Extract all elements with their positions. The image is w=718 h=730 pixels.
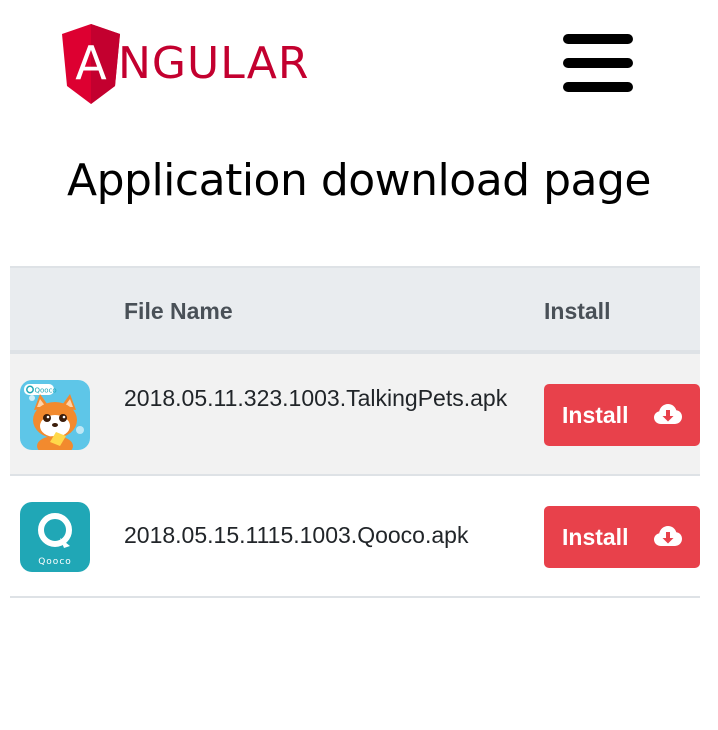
hamburger-bar [563,34,633,44]
logo-wordmark: NGULAR [118,38,310,89]
site-header: A NGULAR [0,0,718,120]
page-title: Application download page [67,155,651,206]
hamburger-menu-icon[interactable] [563,34,633,94]
table-row: Qooco 2018.05.15.1115.1003.Qooco.apk Ins… [10,476,700,598]
table-row: Qooco 2018.05.11.323.1003.TalkingPets.ap [10,354,700,476]
hamburger-bar [563,82,633,92]
column-header-file-name: File Name [124,298,233,324]
cloud-download-icon [654,526,682,546]
talkingpets-app-icon: Qooco [20,380,90,450]
qooco-app-icon: Qooco [20,502,90,572]
hamburger-bar [563,58,633,68]
install-button-label: Install [562,401,629,428]
column-header-install: Install [544,298,611,324]
svg-text:Qooco: Qooco [38,557,72,567]
svg-text:Qooco: Qooco [35,387,57,395]
file-name: 2018.05.11.323.1003.TalkingPets.apk [124,385,508,411]
install-button[interactable]: Install [544,506,700,568]
angular-logo[interactable]: A NGULAR [62,24,309,104]
cloud-download-icon [654,404,682,424]
download-table: File Name Install Qooco 2018.05.11.323.1… [10,266,700,598]
file-name: 2018.05.15.1115.1003.Qooco.apk [124,522,469,548]
table-header-row: File Name Install [10,266,700,354]
angular-shield-icon: A [62,24,120,104]
install-button-label: Install [562,523,629,550]
install-button[interactable]: Install [544,384,700,446]
svg-text:A: A [75,36,107,90]
